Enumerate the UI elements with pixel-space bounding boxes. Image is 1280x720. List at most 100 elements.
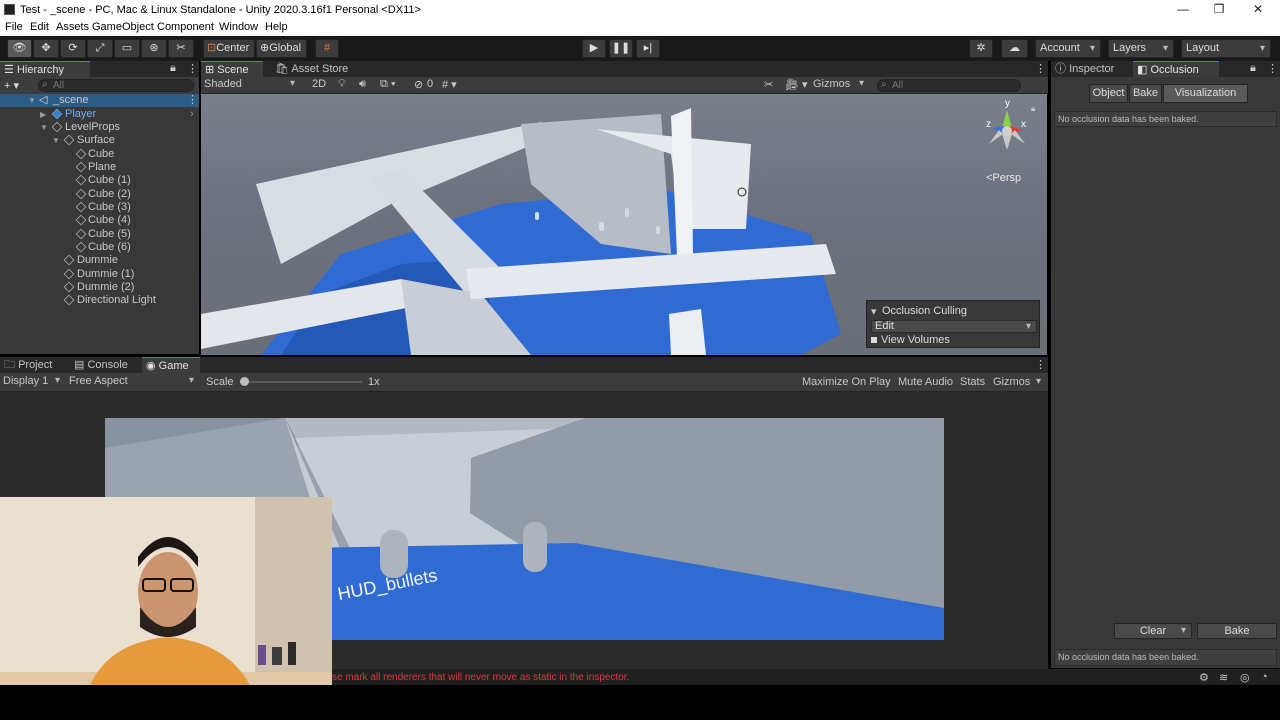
orientation-gizmo[interactable]: y x z 🔒︎ (977, 98, 1037, 160)
camera-icon[interactable]: 🎥︎ ▾ (785, 78, 808, 91)
minimize-button[interactable]: — (1168, 2, 1198, 16)
lock-icon[interactable]: 🔒︎ (170, 62, 176, 75)
expand-arrow-icon[interactable]: ▼ (52, 134, 60, 147)
mute-audio-toggle[interactable]: Mute Audio (898, 376, 953, 388)
bake-button[interactable]: Bake (1197, 623, 1277, 639)
tab-project[interactable]: 🗀 Project (0, 357, 64, 373)
hierarchy-row-surface[interactable]: ▼ Surface (0, 134, 199, 147)
hierarchy-row-cube-2[interactable]: Cube (2) (0, 188, 199, 201)
transform-tool-button[interactable]: ⊛ (141, 39, 167, 58)
row-menu-icon[interactable]: ⋮ (187, 94, 198, 107)
hierarchy-row-dummie-2[interactable]: Dummie (2) (0, 281, 199, 294)
tab-inspector[interactable]: ⓘ Inspector (1051, 61, 1129, 77)
bake-tab-button[interactable]: Bake (1129, 84, 1162, 103)
menu-file[interactable]: File (5, 21, 23, 33)
rect-tool-button[interactable]: ▭ (114, 39, 140, 58)
gizmos-dropdown[interactable]: Gizmos (813, 78, 869, 90)
hierarchy-row-cube-5[interactable]: Cube (5) (0, 228, 199, 241)
hierarchy-row-plane[interactable]: Plane (0, 161, 199, 174)
2d-toggle[interactable]: 2D (309, 78, 329, 90)
hierarchy-row-levelprops[interactable]: ▼ LevelProps (0, 121, 199, 134)
perspective-label[interactable]: <Persp (986, 172, 1021, 184)
view-volumes-checkbox[interactable] (871, 337, 877, 343)
scale-tool-button[interactable]: ⤢ (87, 39, 113, 58)
collapse-arrow-icon[interactable]: ▶ (40, 108, 46, 121)
step-button[interactable]: ▸| (636, 39, 660, 58)
add-object-button[interactable]: + ▾ (4, 79, 19, 92)
menu-help[interactable]: Help (265, 21, 288, 33)
effects-icon[interactable]: ⧉ ▾ (380, 78, 396, 91)
tab-scene[interactable]: ⊞ Scene (201, 61, 263, 77)
scale-slider[interactable] (240, 377, 362, 386)
progress-icon[interactable]: ⚙ (1199, 671, 1209, 684)
object-tab-button[interactable]: Object (1089, 84, 1128, 103)
maximize-on-play-toggle[interactable]: Maximize On Play (802, 376, 891, 388)
space-global-button[interactable]: ⊕Global (256, 39, 307, 58)
overlay-collapse-arrow-icon[interactable]: ▾ (871, 305, 877, 318)
hierarchy-row-cube[interactable]: Cube (0, 148, 199, 161)
lighting-icon[interactable]: 💡︎ (338, 78, 346, 91)
aspect-dropdown[interactable]: Free Aspect (69, 375, 199, 387)
snap-button[interactable]: # (315, 39, 339, 58)
grid-icon[interactable]: # ▾ (442, 78, 457, 91)
tab-occlusion[interactable]: ◧ Occlusion (1133, 61, 1219, 77)
game-gizmos-dropdown[interactable]: Gizmos (993, 376, 1046, 388)
expand-arrow-icon[interactable]: ▼ (40, 121, 48, 134)
gizmo-lock-icon[interactable]: 🔒︎ (1031, 104, 1035, 114)
maximize-button[interactable]: ❐ (1204, 2, 1234, 16)
cloud-button[interactable]: ☁ (1001, 39, 1028, 58)
auto-generate-icon[interactable]: ◔ (1261, 671, 1268, 683)
debug-icon[interactable]: ◎ (1240, 671, 1250, 684)
scene-viewport[interactable]: y x z 🔒︎ <Persp ▾ Occlusion Culling Edit… (201, 94, 1047, 355)
expand-arrow-icon[interactable]: ▼ (28, 94, 36, 107)
hierarchy-row-cube-3[interactable]: Cube (3) (0, 201, 199, 214)
view-tool-button[interactable]: 👁 (7, 39, 32, 58)
stats-toggle[interactable]: Stats (960, 376, 985, 388)
custom-tool-button[interactable]: ✂ (168, 39, 194, 58)
clear-dropdown-button[interactable]: Clear (1114, 623, 1192, 639)
collab-button[interactable]: ✲ (969, 39, 993, 58)
menu-assets[interactable]: Assets (56, 21, 89, 33)
scene-search-input[interactable]: All (877, 79, 1021, 92)
audio-icon[interactable]: 🔊︎ (359, 78, 366, 91)
tab-hierarchy[interactable]: ☰ Hierarchy (0, 61, 90, 77)
layers-dropdown[interactable]: Layers (1108, 39, 1174, 58)
layout-dropdown[interactable]: Layout (1181, 39, 1271, 58)
tab-console[interactable]: ▤ Console (70, 357, 136, 373)
close-button[interactable]: ✕ (1243, 2, 1273, 16)
kebab-menu-icon[interactable]: ⋮ (1035, 358, 1046, 371)
hierarchy-row-cube-6[interactable]: Cube (6) (0, 241, 199, 254)
menu-window[interactable]: Window (219, 21, 258, 33)
hierarchy-row-dummie[interactable]: Dummie (0, 254, 199, 267)
lock-icon[interactable]: 🔒︎ (1250, 62, 1256, 75)
status-error-message[interactable]: se mark all renderers that will never mo… (332, 672, 629, 683)
kebab-menu-icon[interactable]: ⋮ (1267, 62, 1278, 75)
kebab-menu-icon[interactable]: ⋮ (1035, 62, 1046, 75)
rotate-tool-button[interactable]: ⟳ (60, 39, 86, 58)
hierarchy-row-player[interactable]: ▶ Player › (0, 108, 199, 121)
menu-component[interactable]: Component (157, 21, 214, 33)
account-dropdown[interactable]: Account (1035, 39, 1101, 58)
visualization-tab-button[interactable]: Visualization (1163, 84, 1248, 103)
menu-edit[interactable]: Edit (30, 21, 49, 33)
play-button[interactable]: ▶ (582, 39, 606, 58)
hierarchy-search-input[interactable]: All (38, 79, 194, 92)
occlusion-mode-dropdown[interactable]: Edit (871, 320, 1037, 333)
hierarchy-row-dummie-1[interactable]: Dummie (1) (0, 268, 199, 281)
tools-icon[interactable]: ✂ (764, 78, 773, 91)
scale-slider-thumb[interactable] (240, 377, 249, 386)
shading-dropdown[interactable]: Shaded (204, 78, 300, 90)
layers-icon[interactable]: ≋ (1219, 671, 1228, 684)
hidden-objects-icon[interactable]: ⊘ (414, 78, 423, 91)
hierarchy-row-cube-4[interactable]: Cube (4) (0, 214, 199, 227)
kebab-menu-icon[interactable]: ⋮ (187, 62, 198, 75)
hierarchy-row-directional-light[interactable]: Directional Light (0, 294, 199, 307)
display-dropdown[interactable]: Display 1 (3, 375, 65, 387)
menu-gameobject[interactable]: GameObject (92, 21, 154, 33)
hierarchy-row-cube-1[interactable]: Cube (1) (0, 174, 199, 187)
open-prefab-arrow-icon[interactable]: › (190, 108, 194, 121)
tab-game[interactable]: ◉ Game (142, 357, 200, 373)
tab-asset-store[interactable]: 🛍︎ Asset Store (271, 61, 351, 77)
hierarchy-row-scene[interactable]: ▼ ◁ _scene ⋮ (0, 94, 199, 107)
move-tool-button[interactable]: ✥ (33, 39, 59, 58)
